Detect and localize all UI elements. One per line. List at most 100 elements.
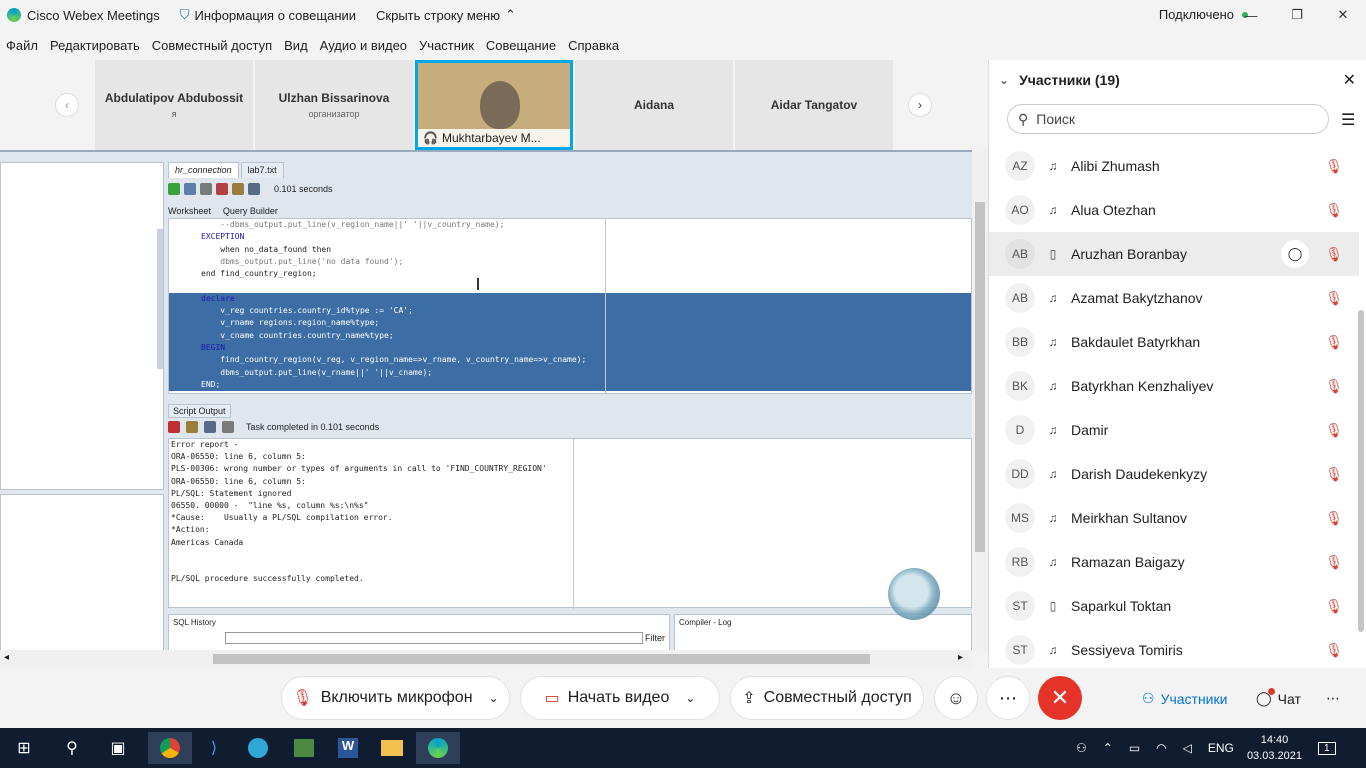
commit-icon[interactable] [200,183,212,195]
video-tile[interactable]: Aidar Tangatov [735,60,893,150]
muted-mic-icon[interactable]: 🎙 [1325,510,1343,527]
more-panels-button[interactable]: ⋯ [1326,690,1340,707]
menu-item-view[interactable]: Вид [284,38,308,53]
language-indicator[interactable]: ENG [1208,741,1234,755]
muted-mic-icon[interactable]: 🎙 [1325,158,1343,175]
minimize-icon[interactable]: — [1228,0,1274,30]
participant-row[interactable]: AO ♫ Alua Otezhan 🎙 [989,188,1359,232]
participant-row[interactable]: AZ ♫ Alibi Zhumash 🎙 [989,144,1359,188]
filter-button[interactable]: Filter [645,633,665,643]
media-player-icon[interactable] [282,732,326,764]
eraser-icon[interactable] [232,183,244,195]
clock[interactable]: 14:40 03.03.2021 [1247,732,1302,764]
scroll-left-icon[interactable]: ◂ [4,652,9,663]
horizontal-scrollbar[interactable]: ◂ ▸ [0,650,972,668]
video-tile[interactable]: Abdulatipov Abdubossit я [95,60,253,150]
chevron-down-icon[interactable]: ⌄ [489,691,499,705]
participant-row[interactable]: ST ♫ Sessiyeva Tomiris 🎙 [989,628,1359,666]
rollback-icon[interactable] [216,183,228,195]
vertical-scrollbar[interactable] [972,150,988,650]
chevron-down-icon[interactable]: ⌄ [685,691,695,705]
muted-mic-icon[interactable]: 🎙 [1325,290,1343,307]
tab-query-builder[interactable]: Query Builder [223,206,278,216]
share-button[interactable]: ⇪ Совместный доступ [730,676,924,720]
volume-icon[interactable]: ◁ [1183,741,1192,755]
participant-row[interactable]: MS ♫ Meirkhan Sultanov 🎙 [989,496,1359,540]
close-panel-icon[interactable]: ✕ [1343,70,1356,90]
participant-row[interactable]: BK ♫ Batyrkhan Kenzhaliyev 🎙 [989,364,1359,408]
save-icon[interactable] [204,421,216,433]
menu-item-file[interactable]: Файл [6,38,38,53]
start-video-button[interactable]: ▭ Начать видео ⌄ [520,676,720,720]
chat-tab-button[interactable]: ◯ Чат [1256,688,1301,707]
word-icon[interactable]: W [326,732,370,764]
pin-icon[interactable] [168,421,180,433]
participants-tab-button[interactable]: ⚇ Участники [1142,690,1227,707]
menu-item-meeting[interactable]: Совещание [486,38,556,53]
participant-row[interactable]: ST ▯ Saparkul Toktan 🎙 [989,584,1359,628]
close-icon[interactable]: ✕ [1320,0,1366,30]
battery-icon[interactable]: ▭ [1129,741,1140,755]
scroll-right-icon[interactable]: ▸ [958,652,963,663]
chevron-left-icon[interactable]: ‹ [55,93,79,117]
chevron-right-icon[interactable]: › [908,93,932,117]
unmute-button[interactable]: 🎙 Включить микрофон ⌄ [281,676,510,720]
restore-icon[interactable]: ❐ [1274,0,1320,30]
meeting-info-button[interactable]: ⛉ Информация о совещании [180,7,356,23]
muted-mic-icon[interactable]: 🎙 [1325,334,1343,351]
more-options-button[interactable]: ⋯ [986,676,1030,720]
run-script-icon[interactable] [184,183,196,195]
eraser-icon[interactable] [186,421,198,433]
participant-scrollbar[interactable] [1358,310,1364,632]
sort-icon[interactable]: ☰ [1341,110,1355,130]
run-icon[interactable] [168,183,180,195]
file-explorer-icon[interactable] [370,732,414,764]
participant-row[interactable]: BB ♫ Bakdaulet Batyrkhan 🎙 [989,320,1359,364]
muted-mic-icon[interactable]: 🎙 [1325,246,1343,263]
menu-item-participant[interactable]: Участник [419,38,474,53]
tab-lab7[interactable]: lab7.txt [240,162,284,178]
menu-item-audio-video[interactable]: Аудио и видео [320,38,407,53]
reactions-button[interactable]: ☺ [934,676,978,720]
muted-mic-icon[interactable]: 🎙 [1325,642,1343,659]
print-icon[interactable] [222,421,234,433]
tab-hr-connection[interactable]: hr_connection [168,162,239,178]
participant-row[interactable]: RB ♫ Ramazan Baigazy 🎙 [989,540,1359,584]
muted-mic-icon[interactable]: 🎙 [1325,598,1343,615]
network-icon[interactable]: ◠ [1156,741,1166,755]
notifications-button[interactable]: 1 [1318,728,1336,768]
participant-row[interactable]: AB ♫ Azamat Bakytzhanov 🎙 [989,276,1359,320]
chat-bubble-icon[interactable]: ◯ [1281,240,1309,268]
muted-mic-icon[interactable]: 🎙 [1325,554,1343,571]
tab-script-output[interactable]: Script Output [168,404,231,418]
people-icon[interactable]: ⚇ [1076,741,1087,755]
participant-row[interactable]: AB ▯ Aruzhan Boranbay ◯ 🎙 [989,232,1359,276]
menu-item-help[interactable]: Справка [568,38,619,53]
sql-worksheet[interactable]: --dbms_output.put_line(v_region_name||' … [168,218,972,394]
history-search-input[interactable] [225,632,643,644]
menu-item-edit[interactable]: Редактировать [50,38,140,53]
video-tile[interactable]: Ulzhan Bissarinova организатор [255,60,413,150]
muted-mic-icon[interactable]: 🎙 [1325,466,1343,483]
search-icon[interactable]: ⚲ [50,732,94,764]
pane-scrollbar[interactable] [157,229,163,369]
task-view-icon[interactable]: ▣ [96,732,140,764]
show-hidden-icons[interactable]: ⌃ [1103,741,1113,755]
scroll-thumb[interactable] [213,654,870,664]
scroll-thumb[interactable] [975,202,985,552]
hide-menu-button[interactable]: Скрыть строку меню ⌃ [376,7,516,23]
participant-search-input[interactable]: ⚲ Поиск [1007,104,1329,134]
explain-plan-icon[interactable] [248,183,260,195]
end-meeting-button[interactable]: ✕ [1038,676,1082,720]
video-tile[interactable]: Aidana [575,60,733,150]
vscode-icon[interactable]: ⟩ [192,732,236,764]
muted-mic-icon[interactable]: 🎙 [1325,202,1343,219]
edge-icon[interactable] [236,732,280,764]
windows-start-icon[interactable]: ⊞ [2,732,46,764]
menu-item-share[interactable]: Совместный доступ [152,38,272,53]
participant-row[interactable]: D ♫ Damir 🎙 [989,408,1359,452]
participant-row[interactable]: DD ♫ Darish Daudekenkyzy 🎙 [989,452,1359,496]
muted-mic-icon[interactable]: 🎙 [1325,422,1343,439]
active-speaker-tile[interactable]: 🎧 Mukhtarbayev M... [415,60,573,150]
muted-mic-icon[interactable]: 🎙 [1325,378,1343,395]
